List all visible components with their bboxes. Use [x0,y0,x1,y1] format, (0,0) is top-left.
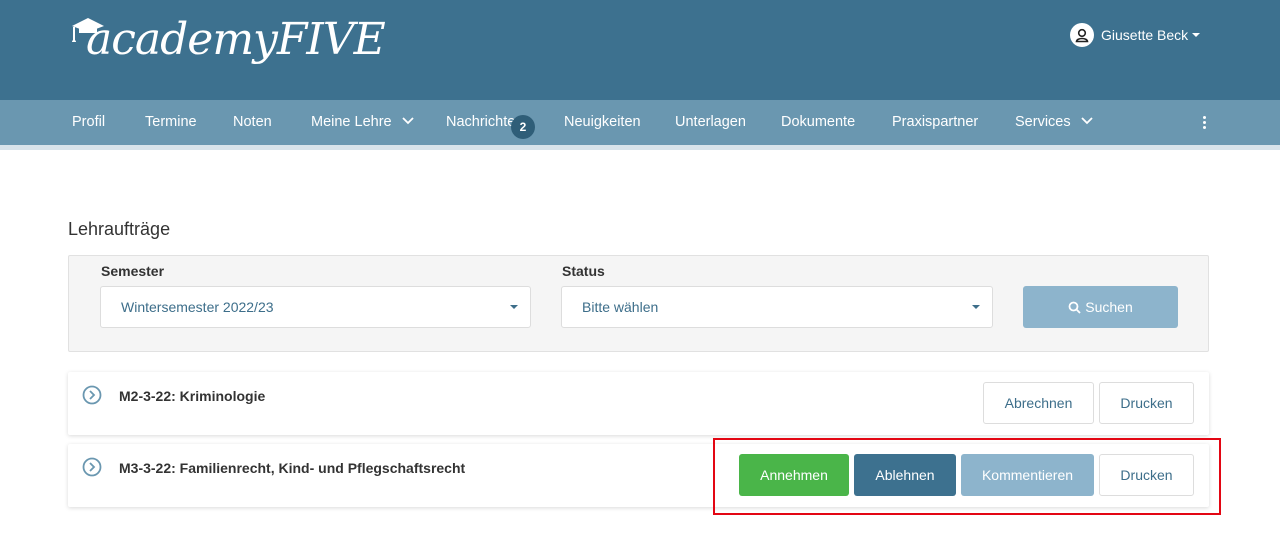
status-select[interactable]: Bitte wählen [561,286,993,328]
more-vertical-icon[interactable] [1196,112,1212,132]
caret-down-icon [972,305,980,309]
nav-item-nachrichten[interactable]: Nachrichten [446,100,516,145]
chevron-down-icon [1081,117,1093,124]
chevron-right-circle-icon[interactable] [82,457,102,477]
semester-label: Semester [101,263,165,279]
nav-item-noten[interactable]: Noten [233,100,272,145]
user-menu[interactable]: Giusette Beck [1070,23,1201,47]
nav-item-termine[interactable]: Termine [145,100,197,145]
row-title: M3-3-22: Familienrecht, Kind- und Pflegs… [119,460,466,476]
search-button-label: Suchen [1085,299,1133,315]
user-avatar-icon [1070,23,1094,47]
main-nav: Profil Termine Noten Meine Lehre Nachric… [0,100,1280,145]
messages-count-badge: 2 [511,115,535,139]
nav-item-meine-lehre[interactable]: Meine Lehre [311,100,414,145]
nav-item-services[interactable]: Services [1015,100,1093,145]
nav-item-label: Meine Lehre [311,114,392,130]
nav-item-profil[interactable]: Profil [72,100,105,145]
caret-down-icon [1192,33,1201,37]
nav-item-dokumente[interactable]: Dokumente [781,100,855,145]
row-title: M2-3-22: Kriminologie [119,388,266,404]
search-button[interactable]: Suchen [1023,286,1178,328]
status-select-value: Bitte wählen [582,299,659,315]
highlight-box [713,438,1221,515]
search-icon [1068,301,1081,314]
chevron-down-icon [402,117,414,124]
semester-select-value: Wintersemester 2022/23 [121,299,274,315]
status-label: Status [562,263,605,279]
user-name: Giusette Beck [1101,27,1189,43]
page-title: Lehraufträge [68,219,171,239]
abrechnen-button[interactable]: Abrechnen [983,382,1094,424]
nav-item-praxispartner[interactable]: Praxispartner [892,100,978,145]
chevron-right-circle-icon[interactable] [82,385,102,405]
logo-text: academyFIVE [86,14,386,65]
print-button[interactable]: Drucken [1099,382,1194,424]
nav-divider [0,145,1280,150]
nav-item-label: Services [1015,114,1071,130]
caret-down-icon [510,305,518,309]
nav-item-unterlagen[interactable]: Unterlagen [675,100,746,145]
nav-item-neuigkeiten[interactable]: Neuigkeiten [564,100,641,145]
semester-select[interactable]: Wintersemester 2022/23 [100,286,531,328]
